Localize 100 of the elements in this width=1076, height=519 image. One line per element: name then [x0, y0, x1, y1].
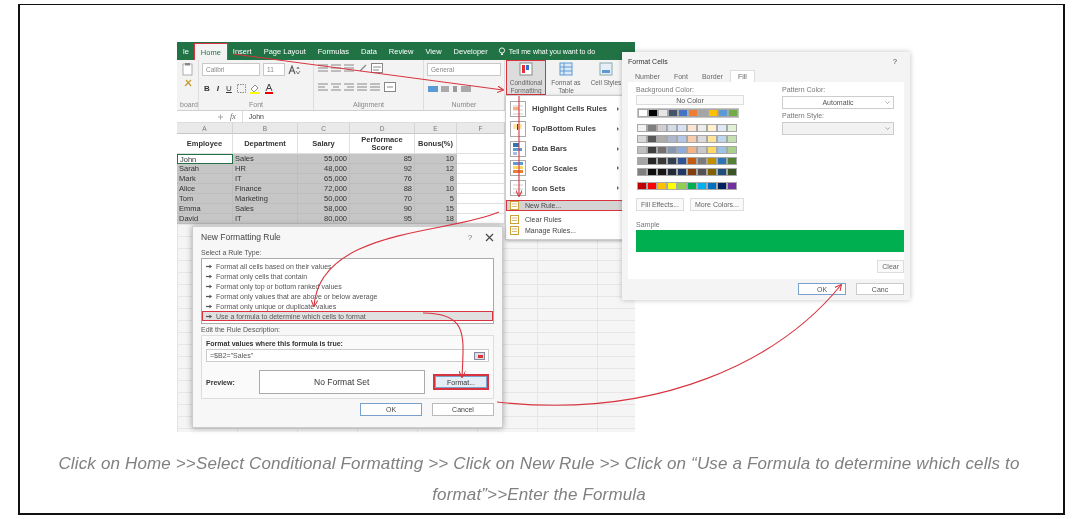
format-toggle[interactable]: I [214, 84, 221, 93]
color-swatch[interactable] [648, 183, 656, 189]
color-swatch[interactable] [728, 136, 736, 142]
color-swatch[interactable] [639, 110, 647, 116]
color-swatch[interactable] [688, 136, 696, 142]
rule-type-list[interactable] [201, 258, 494, 324]
font-grow-icon[interactable] [288, 64, 301, 75]
chevron-icon [616, 145, 620, 152]
pattern-style-dropdown[interactable] [782, 122, 894, 135]
close-icon[interactable] [485, 232, 494, 242]
color-swatch[interactable] [719, 110, 727, 116]
cancel-entry-icon[interactable] [217, 112, 224, 121]
color-swatch[interactable] [688, 147, 696, 153]
format-toggle[interactable]: U [224, 84, 234, 93]
color-swatch[interactable] [638, 136, 646, 142]
color-swatch[interactable] [718, 158, 726, 164]
number-format-icon[interactable] [427, 83, 473, 94]
color-swatch[interactable] [708, 147, 716, 153]
color-swatch[interactable] [718, 147, 726, 153]
color-swatch[interactable] [658, 169, 666, 175]
color-swatch[interactable] [698, 183, 706, 189]
horizontal-align-icon[interactable] [317, 82, 381, 92]
vertical-align-icon[interactable] [317, 63, 355, 73]
color-swatch[interactable] [708, 158, 716, 164]
annotation-arrow [422, 312, 467, 379]
color-swatch[interactable] [699, 110, 707, 116]
color-swatch[interactable] [658, 125, 666, 131]
color-swatch[interactable] [658, 136, 666, 142]
color-swatch[interactable] [679, 110, 687, 116]
color-swatch[interactable] [648, 125, 656, 131]
format-toggle[interactable]: B [202, 84, 212, 93]
color-swatch[interactable] [688, 183, 696, 189]
color-swatch[interactable] [708, 136, 716, 142]
color-swatch[interactable] [678, 125, 686, 131]
chevron-icon [616, 105, 620, 112]
color-swatch[interactable] [678, 183, 686, 189]
color-swatch[interactable] [709, 110, 717, 116]
paste-icon[interactable] [181, 63, 194, 76]
color-swatch[interactable] [708, 169, 716, 175]
color-swatch[interactable] [688, 169, 696, 175]
chevron-icon [616, 125, 620, 132]
color-swatch[interactable] [678, 147, 686, 153]
color-swatch[interactable] [669, 110, 677, 116]
color-swatch[interactable] [698, 147, 706, 153]
help-button[interactable]: ? [455, 232, 485, 242]
color-swatch[interactable] [638, 183, 646, 189]
color-swatch[interactable] [649, 110, 657, 116]
color-swatch[interactable] [648, 158, 656, 164]
color-swatch[interactable] [668, 169, 676, 175]
color-swatch[interactable] [728, 125, 736, 131]
color-swatch[interactable] [728, 183, 736, 189]
color-swatch[interactable] [678, 158, 686, 164]
color-swatch[interactable] [658, 158, 666, 164]
dialog-title: New Formatting Rule [201, 232, 282, 242]
merge-icon[interactable] [384, 82, 396, 92]
color-swatch[interactable] [689, 110, 697, 116]
color-swatch[interactable] [668, 136, 676, 142]
color-swatch[interactable] [638, 147, 646, 153]
color-swatch[interactable] [668, 183, 676, 189]
color-swatch[interactable] [708, 125, 716, 131]
color-swatch[interactable] [728, 147, 736, 153]
color-swatch[interactable] [668, 125, 676, 131]
color-swatch[interactable] [728, 158, 736, 164]
fill-color-icon[interactable] [248, 83, 261, 94]
color-swatch[interactable] [659, 110, 667, 116]
color-swatch[interactable] [718, 136, 726, 142]
color-swatch[interactable] [648, 136, 656, 142]
border-icon[interactable] [236, 84, 246, 93]
color-swatch[interactable] [698, 169, 706, 175]
color-swatch[interactable] [658, 147, 666, 153]
rule-bars-icon [519, 62, 533, 76]
color-swatch[interactable] [648, 147, 656, 153]
caption-text: Click on Home >>Select Conditional Formatting >> Click on New Rule >> Click on “Use a Formula to determine which cells to format”>>Enter the Formula [57, 453, 1021, 506]
color-swatch[interactable] [728, 169, 736, 175]
orientation-icon[interactable] [358, 63, 368, 73]
color-swatch[interactable] [698, 158, 706, 164]
color-swatch[interactable] [638, 125, 646, 131]
color-swatch[interactable] [708, 183, 716, 189]
color-swatch[interactable] [658, 183, 666, 189]
color-swatch[interactable] [688, 125, 696, 131]
color-swatch[interactable] [668, 147, 676, 153]
range-select-icon[interactable] [474, 351, 485, 360]
format-painter-icon[interactable] [182, 78, 193, 88]
color-swatch[interactable] [729, 110, 737, 116]
color-swatch[interactable] [638, 169, 646, 175]
color-swatch[interactable] [698, 136, 706, 142]
insert-function-button[interactable]: fx [230, 112, 236, 121]
color-swatch[interactable] [668, 158, 676, 164]
rule-icon [510, 201, 519, 211]
color-swatch[interactable] [718, 183, 726, 189]
color-swatch[interactable] [718, 169, 726, 175]
font-color-icon[interactable] [263, 83, 274, 94]
color-swatch[interactable] [698, 125, 706, 131]
wrap-text-icon[interactable] [371, 63, 383, 73]
color-swatch[interactable] [678, 169, 686, 175]
color-swatch[interactable] [678, 136, 686, 142]
color-swatch[interactable] [718, 125, 726, 131]
color-swatch[interactable] [638, 158, 646, 164]
color-swatch[interactable] [648, 169, 656, 175]
color-swatch[interactable] [688, 158, 696, 164]
